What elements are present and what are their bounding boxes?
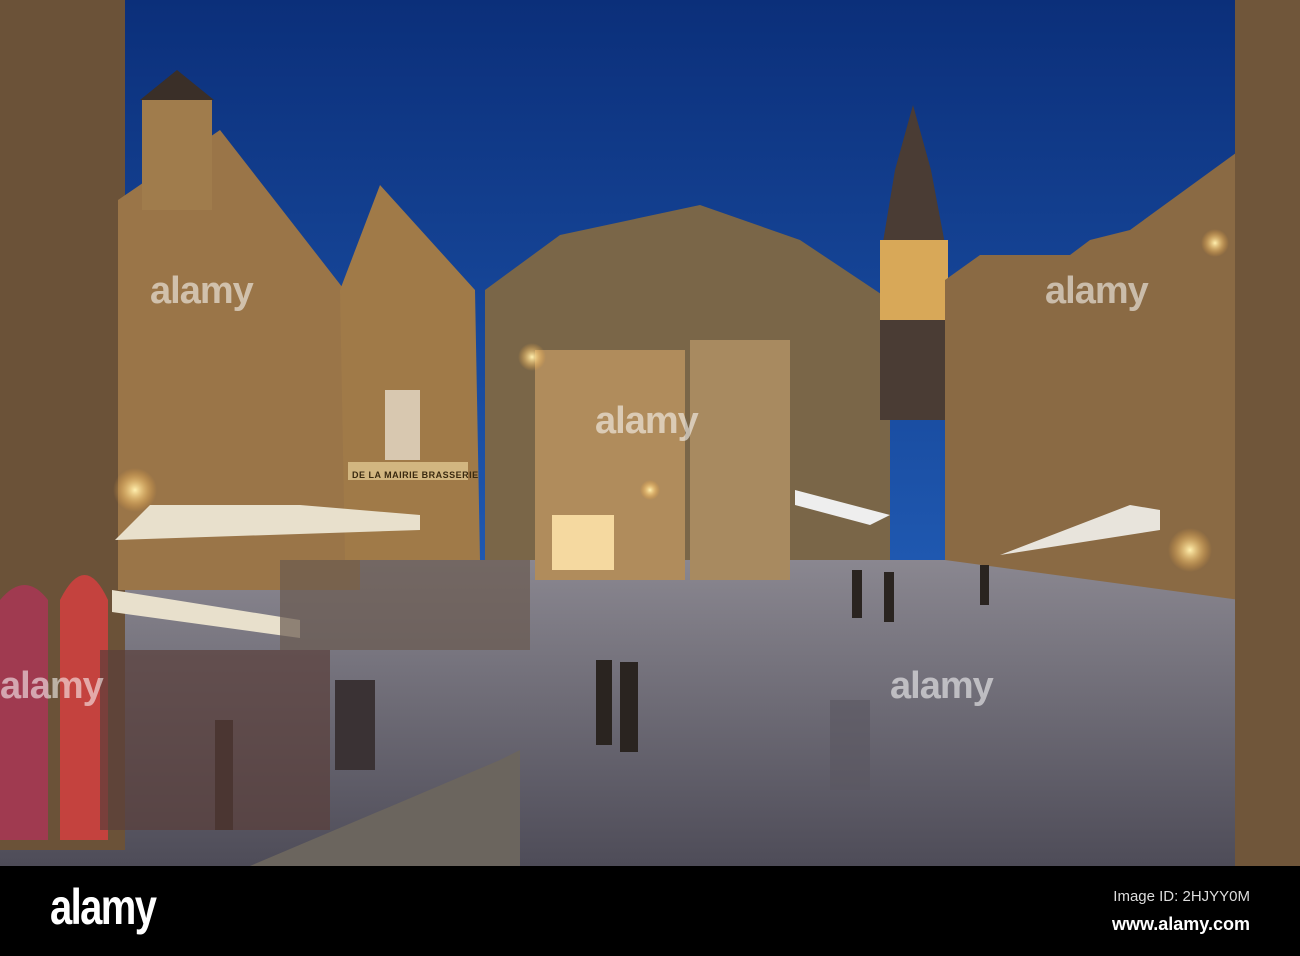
watermark: alamy <box>0 665 104 707</box>
street-lamp <box>1168 528 1212 572</box>
watermark: alamy <box>150 270 254 312</box>
street-lamp <box>113 468 157 512</box>
stock-photo: DE LA MAIRIE BRASSERIE alamy alamy alamy… <box>0 0 1300 956</box>
right-tower <box>1235 0 1300 866</box>
watermark: alamy <box>890 665 994 707</box>
alamy-logo: alamy <box>50 879 157 935</box>
footer-bar: alamy Image ID: 2HJYY0M www.alamy.com <box>0 866 1300 956</box>
website-link[interactable]: www.alamy.com <box>1112 914 1250 935</box>
brasserie-sign: DE LA MAIRIE BRASSERIE <box>352 470 479 480</box>
cupola <box>142 100 212 210</box>
street-lamp <box>1201 229 1229 257</box>
watermark: alamy <box>595 400 699 442</box>
watermark: alamy <box>1045 270 1149 312</box>
image-id: Image ID: 2HJYY0M <box>1113 888 1250 905</box>
street-lamp <box>518 343 546 371</box>
